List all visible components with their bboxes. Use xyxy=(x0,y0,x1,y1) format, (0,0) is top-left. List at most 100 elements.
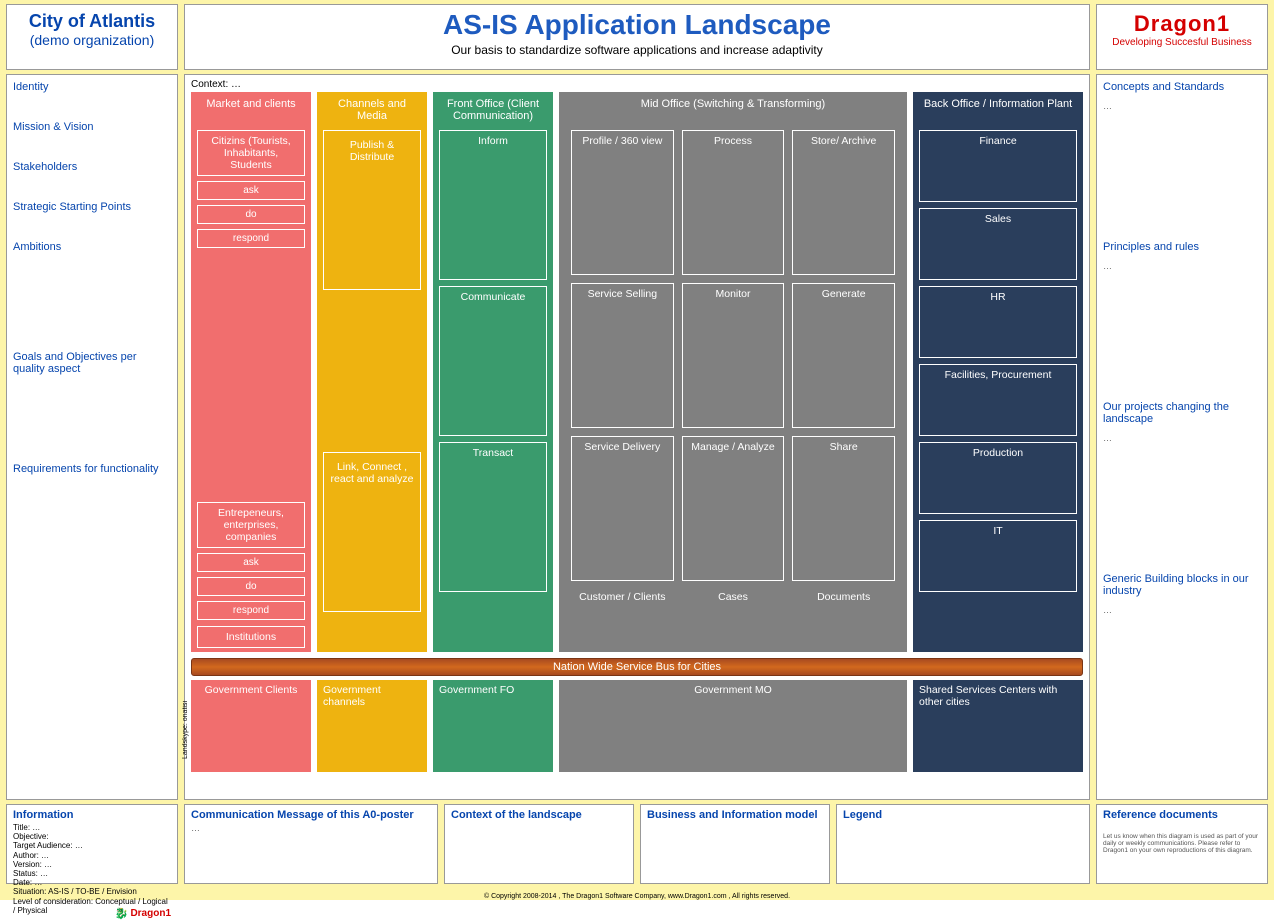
col-title: Market and clients xyxy=(197,98,305,124)
comm-title: Communication Message of this A0-poster xyxy=(191,809,431,821)
middle-row: Identity Mission & Vision Stakeholders S… xyxy=(0,72,1274,802)
col-back-office: Back Office / Information Plant Finance … xyxy=(913,92,1083,652)
channels-publish: Publish & Distribute xyxy=(323,130,421,290)
bottom-row: Information Title: … Objective: Target A… xyxy=(0,802,1274,888)
market-respond: respond xyxy=(197,229,305,248)
gov-channels: Government channels xyxy=(317,680,427,772)
info-line: Title: … xyxy=(13,823,171,832)
market-do: do xyxy=(197,205,305,224)
col-front-office: Front Office (Client Communication) Info… xyxy=(433,92,553,652)
nav-item: Requirements for functionality xyxy=(13,463,171,475)
mid-cell: Monitor xyxy=(682,283,785,428)
poster-page: City of Atlantis (demo organization) AS-… xyxy=(0,0,1274,900)
market-group-citizens: Citizins (Tourists, Inhabitants, Student… xyxy=(197,130,305,248)
front-inform: Inform xyxy=(439,130,547,280)
nav-item: Ambitions xyxy=(13,241,171,253)
nav-item: Strategic Starting Points xyxy=(13,201,171,213)
col-title: Back Office / Information Plant xyxy=(919,98,1077,124)
mid-footer-label: Documents xyxy=(792,591,895,603)
info-line: Target Audience: … xyxy=(13,841,171,850)
info-line: Date: … xyxy=(13,878,171,887)
right-concepts: Concepts and Standards xyxy=(1103,81,1261,93)
back-item: HR xyxy=(919,286,1077,358)
back-item: Sales xyxy=(919,208,1077,280)
dragon-icon: 🐉 xyxy=(115,907,129,920)
right-building-blocks: Generic Building blocks in our industry xyxy=(1103,573,1261,597)
right-nav: Concepts and Standards … Principles and … xyxy=(1096,74,1268,800)
vertical-label: Landskype: onatisi xyxy=(182,701,189,759)
gov-shared-services: Shared Services Centers with other citie… xyxy=(913,680,1083,772)
info-line: Author: … xyxy=(13,851,171,860)
legend-title: Legend xyxy=(843,809,1083,821)
market-enterprises: Entrepeneurs, enterprises, companies xyxy=(197,502,305,548)
back-item: IT xyxy=(919,520,1077,592)
market-ask: ask xyxy=(197,181,305,200)
market-citizens: Citizins (Tourists, Inhabitants, Student… xyxy=(197,130,305,176)
comm-panel: Communication Message of this A0-poster … xyxy=(184,804,438,884)
top-row: City of Atlantis (demo organization) AS-… xyxy=(0,0,1274,72)
mid-grid: Profile / 360 view Process Store/ Archiv… xyxy=(565,130,901,581)
market-do: do xyxy=(197,577,305,596)
gov-front-office: Government FO xyxy=(433,680,553,772)
info-line: Version: … xyxy=(13,860,171,869)
col-mid-office: Mid Office (Switching & Transforming) Pr… xyxy=(559,92,907,652)
subtitle: Our basis to standardize software applic… xyxy=(189,43,1085,57)
market-institutions: Institutions xyxy=(197,626,305,648)
org-panel: City of Atlantis (demo organization) xyxy=(6,4,178,70)
front-transact: Transact xyxy=(439,442,547,592)
market-respond: respond xyxy=(197,601,305,620)
government-row: Government Clients Government channels G… xyxy=(191,680,1083,772)
mid-footer: Customer / Clients Cases Documents xyxy=(565,587,901,603)
mid-cell: Profile / 360 view xyxy=(571,130,674,275)
channels-link: Link, Connect , react and analyze xyxy=(323,452,421,612)
front-communicate: Communicate xyxy=(439,286,547,436)
mid-cell: Generate xyxy=(792,283,895,428)
back-item: Finance xyxy=(919,130,1077,202)
col-title: Channels and Media xyxy=(323,98,421,124)
mid-cell: Share xyxy=(792,436,895,581)
left-nav: Identity Mission & Vision Stakeholders S… xyxy=(6,74,178,800)
business-title: Business and Information model xyxy=(647,809,823,821)
market-ask: ask xyxy=(197,553,305,572)
mid-cell: Process xyxy=(682,130,785,275)
copyright: © Copyright 2008-2014 , The Dragon1 Soft… xyxy=(484,893,790,900)
brand-name: Dragon1 xyxy=(1101,11,1263,37)
mid-cell: Store/ Archive xyxy=(792,130,895,275)
title-panel: AS-IS Application Landscape Our basis to… xyxy=(184,4,1090,70)
legend-panel: Legend xyxy=(836,804,1090,884)
landscape-diagram: Market and clients Citizins (Tourists, I… xyxy=(191,92,1083,652)
main-title: AS-IS Application Landscape xyxy=(189,9,1085,41)
col-title: Mid Office (Switching & Transforming) xyxy=(565,98,901,124)
mid-cell: Service Selling xyxy=(571,283,674,428)
info-panel: Information Title: … Objective: Target A… xyxy=(6,804,178,884)
back-item: Production xyxy=(919,442,1077,514)
info-line: Objective: xyxy=(13,832,171,841)
mid-footer-label: Cases xyxy=(682,591,785,603)
gov-clients: Government Clients xyxy=(191,680,311,772)
right-principles: Principles and rules xyxy=(1103,241,1261,253)
right-projects: Our projects changing the landscape xyxy=(1103,401,1261,425)
context-label: Context: … xyxy=(191,79,1083,90)
service-bus: Nation Wide Service Bus for Cities xyxy=(191,658,1083,676)
info-line: Status: … xyxy=(13,869,171,878)
diagram-panel: Context: … Market and clients Citizins (… xyxy=(184,74,1090,800)
col-market: Market and clients Citizins (Tourists, I… xyxy=(191,92,311,652)
context-title: Context of the landscape xyxy=(451,809,627,821)
mid-footer-label: Customer / Clients xyxy=(571,591,674,603)
nav-item: Goals and Objectives per quality aspect xyxy=(13,351,171,375)
info-line: Situation: AS-IS / TO-BE / Envision xyxy=(13,887,171,896)
mid-cell: Service Delivery xyxy=(571,436,674,581)
fineprint: Let us know when this diagram is used as… xyxy=(1103,833,1261,854)
reference-panel: Reference documents Let us know when thi… xyxy=(1096,804,1268,884)
nav-item: Stakeholders xyxy=(13,161,171,173)
org-sub: (demo organization) xyxy=(11,32,173,48)
gov-mid-office: Government MO xyxy=(559,680,907,772)
context-panel: Context of the landscape xyxy=(444,804,634,884)
back-item: Facilities, Procurement xyxy=(919,364,1077,436)
col-channels: Channels and Media Publish & Distribute … xyxy=(317,92,427,652)
business-panel: Business and Information model xyxy=(640,804,830,884)
brand-tagline: Developing Succesful Business xyxy=(1101,37,1263,48)
nav-item: Mission & Vision xyxy=(13,121,171,133)
market-group-enterprises: Entrepeneurs, enterprises, companies ask… xyxy=(197,502,305,620)
nav-item: Identity xyxy=(13,81,171,93)
